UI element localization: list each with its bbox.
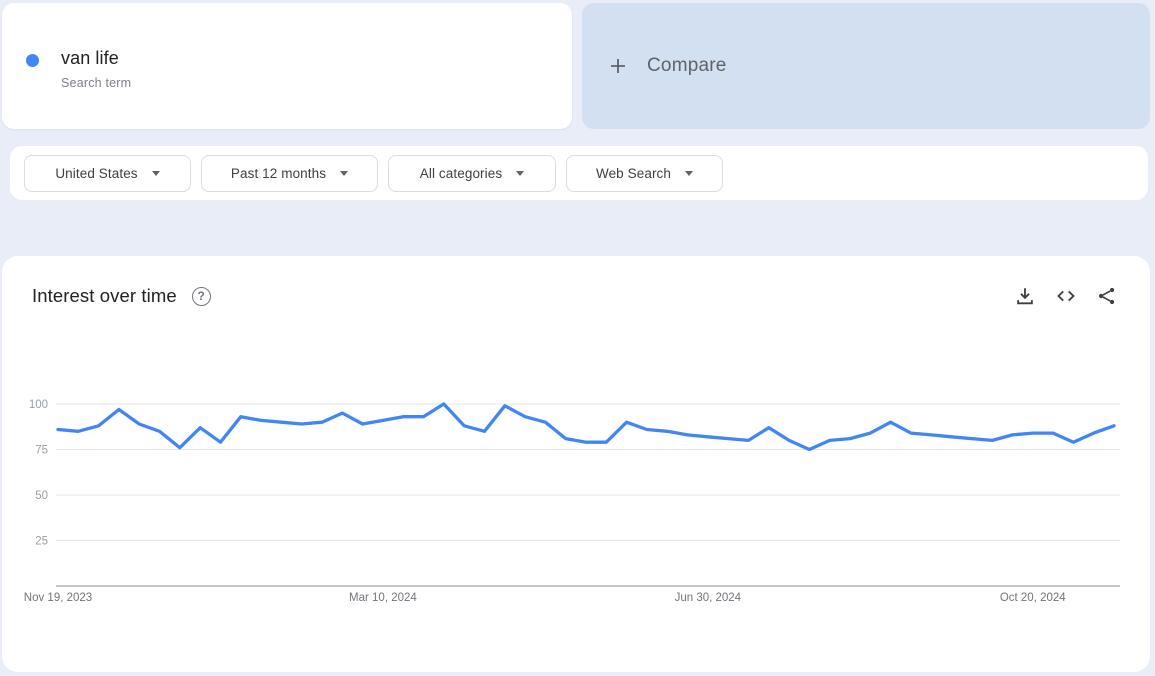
add-comparison-card[interactable]: Compare: [582, 3, 1150, 129]
time-range-filter-label: Past 12 months: [230, 165, 327, 181]
region-filter-dropdown[interactable]: United States: [24, 154, 191, 192]
chevron-down-icon: [151, 170, 160, 176]
download-icon[interactable]: [1014, 285, 1036, 307]
search-type-filter-label: Web Search: [595, 165, 672, 181]
search-type-filter-dropdown[interactable]: Web Search: [566, 154, 723, 192]
chart-title: Interest over time: [32, 285, 177, 306]
chevron-down-icon: [516, 170, 525, 176]
interest-over-time-card: Interest over time ? 100 75 50 25 Nov 19…: [2, 256, 1150, 672]
chart-header: Interest over time ?: [32, 280, 1118, 312]
plus-icon: [608, 56, 628, 76]
search-term-text: van life Search term: [61, 48, 131, 90]
region-filter-label: United States: [55, 165, 138, 181]
time-range-filter-dropdown[interactable]: Past 12 months: [201, 154, 378, 192]
share-icon[interactable]: [1096, 285, 1118, 307]
y-axis-tick-label: 100: [29, 399, 48, 411]
series-color-dot: [26, 54, 39, 67]
chart-actions: [1014, 285, 1118, 307]
embed-code-icon[interactable]: [1055, 285, 1077, 307]
x-axis-tick-label: Oct 20, 2024: [1000, 592, 1066, 604]
trend-line: [56, 402, 1116, 452]
compare-label: Compare: [647, 55, 727, 76]
chevron-down-icon: [685, 170, 694, 176]
y-axis-tick-label: 25: [35, 536, 48, 548]
chevron-down-icon: [340, 170, 349, 176]
x-axis-tick-label: Mar 10, 2024: [349, 592, 417, 604]
interest-line-chart[interactable]: 100 75 50 25 Nov 19, 2023 Mar 10, 2024 Jun 30,…: [2, 256, 1150, 672]
search-term-type-label: Search term: [61, 76, 132, 90]
search-term-card: van life Search term: [2, 3, 572, 129]
category-filter-label: All categories: [419, 165, 503, 181]
search-term-title: van life: [61, 48, 119, 68]
y-axis-tick-label: 75: [35, 445, 48, 457]
y-axis-tick-label: 50: [35, 490, 48, 502]
x-axis-tick-label: Jun 30, 2024: [675, 592, 742, 604]
trends-explore-page: van life Search term Compare United Stat…: [0, 0, 1155, 676]
filter-bar: United States Past 12 months All categor…: [10, 146, 1148, 200]
x-axis-tick-label: Nov 19, 2023: [24, 592, 92, 604]
category-filter-dropdown[interactable]: All categories: [388, 154, 556, 192]
question-mark-icon[interactable]: ?: [191, 286, 211, 306]
